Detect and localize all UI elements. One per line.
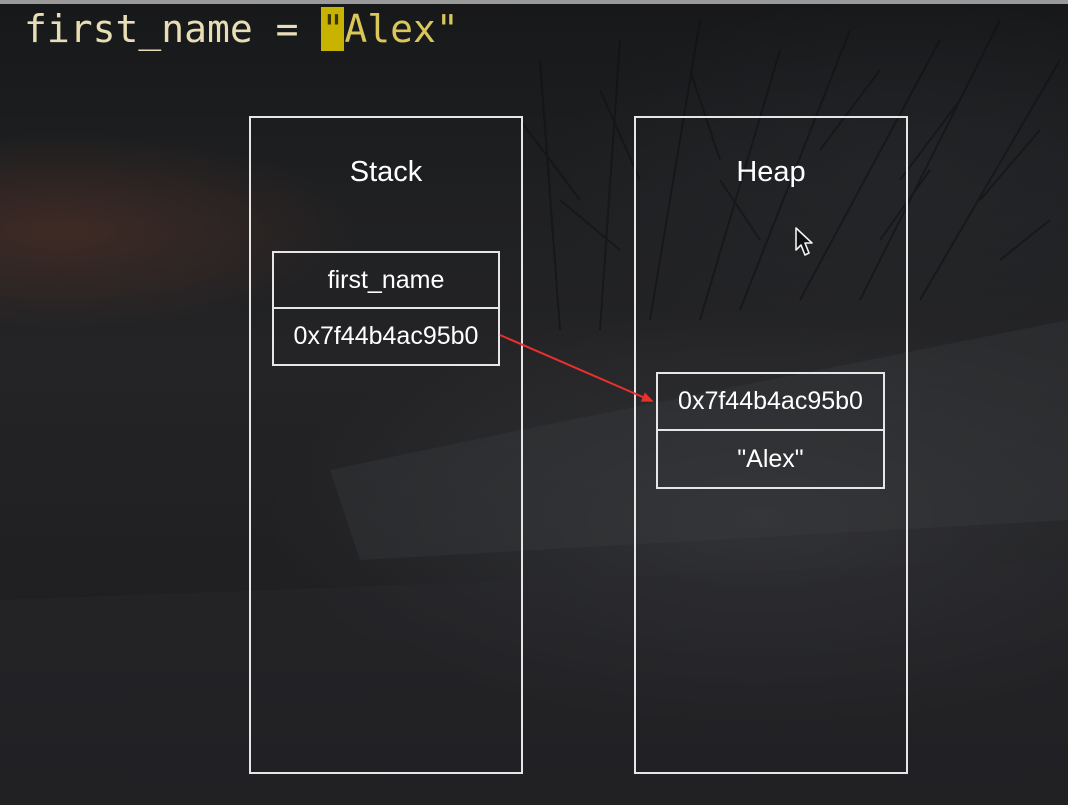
code-operator: = <box>275 7 299 51</box>
stack-variable-name: first_name <box>272 251 500 309</box>
code-line: first_name = "Alex" <box>24 6 459 52</box>
code-identifier: first_name <box>24 7 253 51</box>
stack-panel: Stack <box>249 116 523 774</box>
stack-variable-address: 0x7f44b4ac95b0 <box>272 307 500 366</box>
text-cursor: " <box>321 7 345 51</box>
heap-title: Heap <box>736 156 806 188</box>
code-string: Alex" <box>344 7 459 51</box>
diagram-stage: first_name = "Alex" Stack Heap first_nam… <box>0 0 1068 805</box>
heap-object-address: 0x7f44b4ac95b0 <box>656 372 885 431</box>
heap-object-value: "Alex" <box>656 429 885 489</box>
stack-title: Stack <box>349 156 423 188</box>
